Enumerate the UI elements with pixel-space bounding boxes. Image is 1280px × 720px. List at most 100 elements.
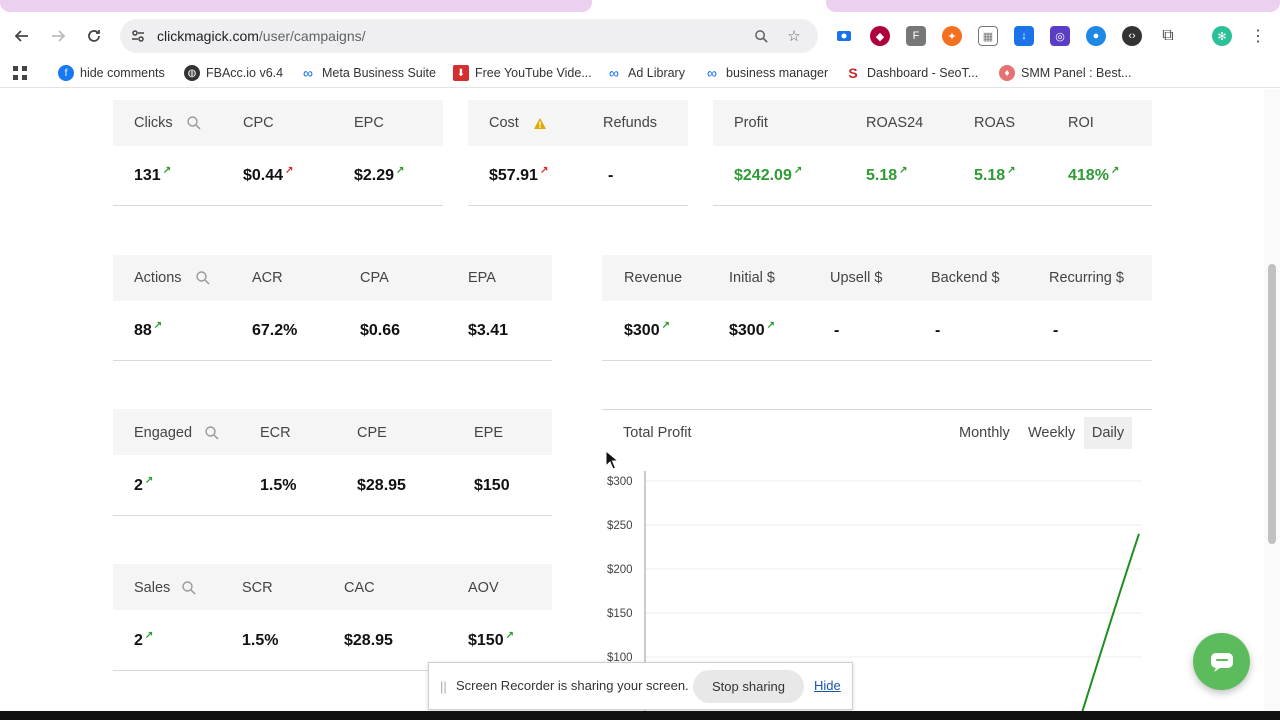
extension-blue-icon[interactable]: ● xyxy=(1086,26,1106,46)
metric-value-cpe: $28.95 xyxy=(357,477,406,494)
actions-metrics-card: Actions ACR CPA EPA 88 ↗ 67.2% $0.66 $3.4… xyxy=(113,255,552,361)
search-icon[interactable] xyxy=(186,115,202,131)
drag-handle-icon[interactable]: || xyxy=(440,679,447,694)
tab-monthly[interactable]: Monthly xyxy=(959,425,1010,441)
screen-recorder-extension-icon[interactable] xyxy=(834,26,854,46)
forward-icon[interactable] xyxy=(46,24,70,48)
bookmark-business-manager[interactable]: ∞ business manager xyxy=(704,65,828,81)
bookmark-free-youtube[interactable]: ⬇ Free YouTube Vide... xyxy=(453,65,592,81)
tab-weekly[interactable]: Weekly xyxy=(1028,425,1075,441)
metric-label-cpc: CPC xyxy=(243,115,274,131)
card-divider xyxy=(113,515,552,516)
search-icon[interactable] xyxy=(181,580,197,596)
metric-label-aov: AOV xyxy=(468,580,499,596)
reload-icon[interactable] xyxy=(82,24,106,48)
metric-label-actions: Actions xyxy=(134,270,182,286)
metric-value-backend: - xyxy=(935,322,941,339)
trend-up-icon: ↗ xyxy=(144,475,154,486)
bookmark-label: FBAcc.io v6.4 xyxy=(206,66,284,80)
metric-label-cac: CAC xyxy=(344,580,375,596)
metric-value-clicks[interactable]: 131 ↗ xyxy=(134,165,172,185)
extension-red-icon[interactable]: ◆ xyxy=(870,26,890,46)
bookmark-fbacc[interactable]: ◍ FBAcc.io v6.4 xyxy=(184,65,283,81)
metric-value-initial: $300 ↗ xyxy=(729,320,775,340)
stop-sharing-button[interactable]: Stop sharing xyxy=(693,670,804,703)
value-text: 2 xyxy=(134,477,143,494)
site-settings-icon[interactable] xyxy=(128,26,148,46)
page-scrollbar[interactable] xyxy=(1264,89,1280,720)
trend-up-icon: ↗ xyxy=(766,320,775,331)
y-tick-label: $300 xyxy=(607,476,633,488)
trend-up-icon: ↗ xyxy=(162,165,172,176)
bookmark-meta-business-suite[interactable]: ∞ Meta Business Suite xyxy=(300,65,436,81)
value-text: 5.18 xyxy=(974,167,1006,184)
metric-value-cpa: $0.66 xyxy=(360,322,401,339)
trend-up-icon: ↗ xyxy=(505,630,514,641)
metric-value-refunds: - xyxy=(608,167,614,184)
metric-value-actions[interactable]: 88 ↗ xyxy=(134,320,162,340)
card-divider xyxy=(113,205,443,206)
bookmark-label: SMM Panel : Best... xyxy=(1021,66,1132,80)
extension-download-icon[interactable]: ↓ xyxy=(1014,26,1034,46)
metric-value-roi: 418% ↗ xyxy=(1068,165,1119,185)
metric-label-initial: Initial $ xyxy=(729,270,775,286)
extension-f-icon[interactable]: F xyxy=(906,26,926,46)
metric-label-cpe: CPE xyxy=(357,425,387,441)
trend-up-icon: ↗ xyxy=(396,165,405,176)
bookmark-label: Free YouTube Vide... xyxy=(475,66,592,80)
back-icon[interactable] xyxy=(10,24,34,48)
bookmark-hide-comments[interactable]: f hide comments xyxy=(58,65,165,81)
bookmark-smm-panel[interactable]: ♦ SMM Panel : Best... xyxy=(999,65,1131,81)
chat-widget-button[interactable] xyxy=(1193,633,1250,690)
extension-orange-icon[interactable]: ✦ xyxy=(942,26,962,46)
card-divider xyxy=(602,360,1152,361)
bookmark-dashboard-seot[interactable]: S Dashboard - SeoT... xyxy=(845,65,978,81)
extension-purple-icon[interactable]: ◎ xyxy=(1050,26,1070,46)
trend-up-icon: ↗ xyxy=(539,165,549,176)
browser-tab-area-right[interactable] xyxy=(826,0,1280,12)
bookmarks-bar: f hide comments ◍ FBAcc.io v6.4 ∞ Meta B… xyxy=(0,58,1280,88)
bookmark-ad-library[interactable]: ∞ Ad Library xyxy=(606,65,685,81)
download-icon: ⬇ xyxy=(453,65,469,81)
search-icon[interactable] xyxy=(195,270,211,286)
extension-grid-icon[interactable]: ▦ xyxy=(978,26,998,46)
metric-label-upsell: Upsell $ xyxy=(830,270,883,286)
page-content: Clicks CPC EPC 131 ↗ $0.44 ↗ $2.29 ↗ Cost R… xyxy=(0,89,1264,720)
metric-label-ecr: ECR xyxy=(260,425,291,441)
hide-link[interactable]: Hide xyxy=(814,678,841,693)
y-tick-label: $200 xyxy=(607,564,633,576)
address-bar[interactable]: clickmagick.com/user/campaigns/ ☆ xyxy=(120,19,818,53)
sales-metrics-card: Sales SCR CAC AOV 2 ↗ 1.5% $28.95 $150 ↗ xyxy=(113,564,552,671)
value-text: $300 xyxy=(729,322,765,339)
seo-icon: S xyxy=(848,65,858,81)
extensions-puzzle-icon[interactable]: ⧉ xyxy=(1158,26,1178,46)
url-text[interactable]: clickmagick.com/user/campaigns/ xyxy=(157,28,366,44)
extension-code-icon[interactable]: ‹› xyxy=(1122,26,1142,46)
warning-icon[interactable] xyxy=(533,117,547,131)
metric-label-acr: ACR xyxy=(252,270,283,286)
screen-share-notification: || Screen Recorder is sharing your scree… xyxy=(428,662,853,710)
apps-grid-icon[interactable] xyxy=(12,65,28,81)
metric-label-epa: EPA xyxy=(468,270,496,286)
value-text: $300 xyxy=(624,322,660,339)
value-text: 2 xyxy=(134,632,143,649)
metric-label-roas: ROAS xyxy=(974,115,1016,131)
metric-value-sales[interactable]: 2 ↗ xyxy=(134,630,154,650)
trend-up-icon: ↗ xyxy=(144,630,154,641)
browser-tab-area[interactable] xyxy=(0,0,592,12)
bookmark-star-icon[interactable]: ☆ xyxy=(785,27,803,45)
tab-daily[interactable]: Daily xyxy=(1084,417,1132,449)
bookmark-label: hide comments xyxy=(80,66,165,80)
search-icon[interactable] xyxy=(204,425,220,441)
scrollbar-thumb[interactable] xyxy=(1268,264,1276,544)
card-divider xyxy=(113,360,552,361)
smm-icon: ♦ xyxy=(999,65,1015,81)
profile-avatar[interactable]: ✻ xyxy=(1212,26,1232,46)
zoom-icon[interactable] xyxy=(752,27,770,45)
metric-value-engaged[interactable]: 2 ↗ xyxy=(134,475,154,495)
menu-kebab-icon[interactable]: ⋮ xyxy=(1248,26,1268,46)
metric-label-cost: Cost xyxy=(489,115,519,131)
metric-label-roi: ROI xyxy=(1068,115,1094,131)
metric-label-engaged: Engaged xyxy=(134,425,193,441)
value-text: 88 xyxy=(134,322,152,339)
